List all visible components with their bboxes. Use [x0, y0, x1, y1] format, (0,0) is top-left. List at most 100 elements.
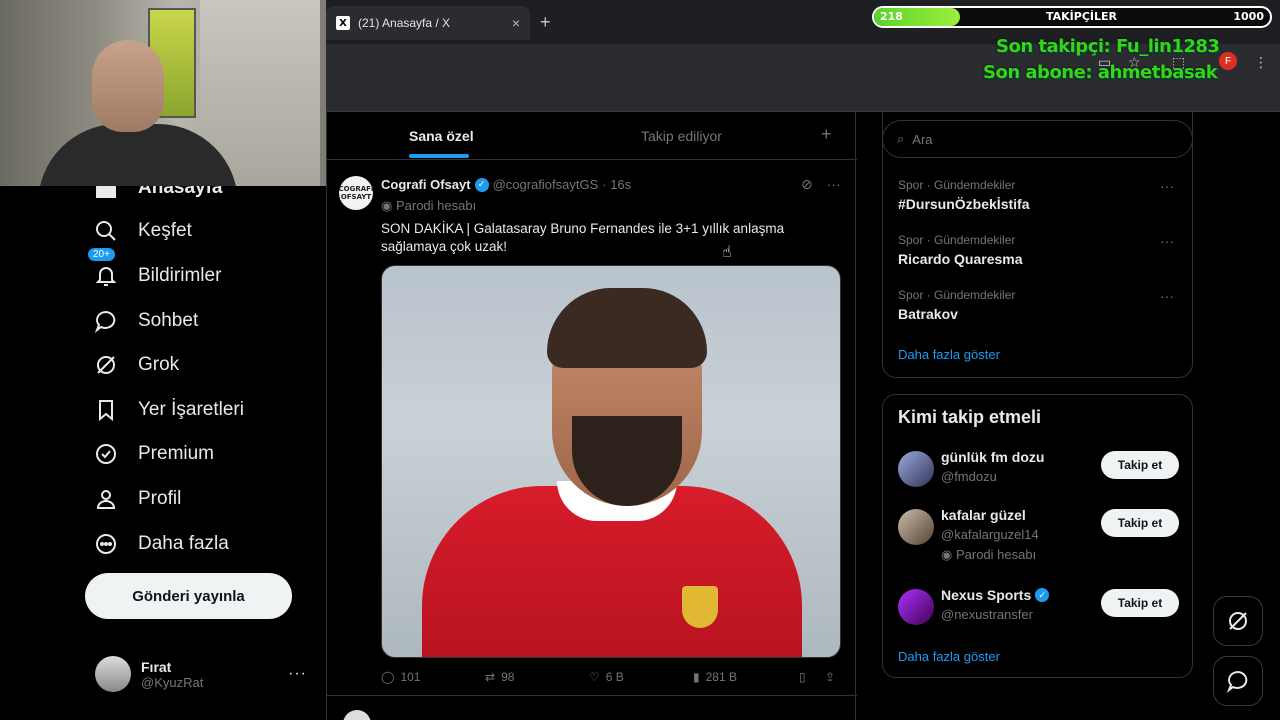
nav-premium-label: Premium [138, 443, 215, 464]
tab-close-icon[interactable]: × [512, 15, 520, 31]
tweet[interactable]: COGRAFI OFSAYT Cografi Ofsayt ✓ @cografi… [327, 164, 857, 696]
views-count: 281 B [705, 670, 737, 684]
trend-more-icon[interactable]: ··· [1160, 178, 1174, 194]
timeline: Sana özel Takip ediliyor + COGRAFI OFSAY… [326, 112, 857, 720]
follow-button[interactable]: Takip et [1101, 589, 1179, 617]
nav-premium[interactable]: Premium [94, 442, 214, 466]
follow-button[interactable]: Takip et [1101, 509, 1179, 537]
image-hair [547, 288, 707, 368]
account-name: Fırat [141, 658, 172, 675]
account-switcher[interactable]: Fırat @KyuzRat [95, 656, 203, 692]
reply-count: 101 [400, 670, 421, 684]
suggestion-handle: @fmdozu [941, 469, 997, 484]
trends-show-more-link[interactable]: Daha fazla göster [898, 347, 1000, 362]
search-input[interactable]: ⌕ Ara [882, 120, 1193, 158]
follower-current: 218 [880, 10, 903, 23]
grok-icon [1229, 612, 1247, 630]
trend-more-icon[interactable]: ··· [1160, 288, 1174, 304]
verified-check-icon: ✓ [1035, 588, 1050, 602]
nav-notifications[interactable]: 20+ Bildirimler [88, 248, 221, 288]
nav-explore-label: Keşfet [138, 220, 192, 241]
tweet-author-handle[interactable]: @cografiofsaytGS [493, 177, 599, 192]
suggestion-name: günlük fm dozu [941, 449, 1045, 465]
grok-float-button[interactable] [1213, 596, 1263, 646]
account-more-icon[interactable]: ··· [288, 665, 307, 683]
nav-profile[interactable]: Profil [94, 487, 181, 511]
browser-profile-avatar[interactable]: F [1219, 52, 1237, 70]
mask-icon: ◉ [381, 198, 396, 213]
nav-more[interactable]: Daha fazla [94, 532, 229, 556]
suggestion-handle: @nexustransfer [941, 607, 1033, 622]
suggestion-handle: @kafalarguzel14 [941, 527, 1039, 542]
nav-explore[interactable]: Keşfet [94, 219, 192, 243]
add-timeline-button[interactable]: + [821, 124, 832, 145]
nav-chat-label: Sohbet [138, 310, 199, 331]
parody-label: ◉ Parodi hesabı [381, 198, 476, 214]
browser-menu-icon[interactable]: ⋮ [1254, 54, 1268, 71]
reply-button[interactable]: ◯ 101 [381, 670, 420, 684]
webcam-overlay [0, 0, 326, 186]
reply-icon: ◯ [381, 670, 395, 684]
who-to-follow-panel: Kimi takip etmeli günlük fm dozu @fmdozu… [882, 394, 1193, 678]
grok-icon [97, 356, 115, 374]
follower-label: TAKİPÇİLER [1046, 10, 1118, 23]
avatar [898, 451, 934, 487]
grok-icon[interactable]: ⊘ [801, 176, 813, 192]
tab-following[interactable]: Takip ediliyor [641, 128, 722, 144]
active-tab-indicator [409, 154, 469, 158]
nav-grok[interactable]: Grok [94, 353, 179, 377]
nav-bookmarks-label: Yer İşaretleri [138, 399, 244, 420]
browser-tab[interactable]: X (21) Anasayfa / X × [326, 6, 530, 40]
tab-for-you[interactable]: Sana özel [409, 128, 474, 144]
nav-bookmarks[interactable]: Yer İşaretleri [94, 398, 244, 422]
tweet-avatar[interactable]: COGRAFI OFSAYT [338, 176, 374, 210]
tweet-image[interactable] [381, 265, 841, 658]
tweet-author-name[interactable]: Cografi Ofsayt [381, 177, 471, 192]
avatar [898, 509, 934, 545]
views-button[interactable]: ▮ 281 B [693, 670, 737, 684]
repost-button[interactable]: ⇄ 98 [485, 670, 514, 684]
nav-profile-label: Profil [138, 488, 182, 509]
follow-button[interactable]: Takip et [1101, 451, 1179, 479]
trend-name: #DursunÖzbekİstifa [898, 196, 1030, 212]
account-handle: @KyuzRat [141, 674, 204, 690]
trend-more-icon[interactable]: ··· [1160, 233, 1174, 249]
share-button[interactable]: ⇪ [825, 670, 835, 684]
like-button[interactable]: ♡ 6 B [589, 670, 624, 684]
share-icon: ⇪ [825, 670, 836, 684]
tweet-time[interactable]: · 16s [602, 177, 631, 192]
new-tab-button[interactable]: + [540, 12, 551, 33]
notifications-badge: 20+ [88, 248, 115, 261]
bell-icon [95, 267, 117, 286]
nav-chat[interactable]: Sohbet [94, 309, 198, 333]
bookmark-button[interactable]: ▯ [799, 670, 806, 684]
x-logo-icon: X [336, 16, 350, 30]
chat-bubble-icon [1226, 670, 1248, 693]
last-subscriber-text: Son abone: ahmetbasak [983, 62, 1218, 83]
suggestion-name: Nexus Sports ✓ [941, 587, 1050, 603]
suggestion-name: kafalar güzel [941, 507, 1026, 523]
like-count: 6 B [605, 670, 624, 684]
bookmark-icon: ▯ [799, 670, 806, 684]
search-icon: ⌕ [897, 131, 905, 146]
who-to-follow-show-more-link[interactable]: Daha fazla göster [898, 649, 1000, 664]
repost-count: 98 [501, 670, 515, 684]
next-tweet[interactable] [327, 702, 857, 720]
parody-label: ◉ Parodi hesabı [941, 547, 1036, 563]
trend-item[interactable]: Spor · Gündemdekiler Ricardo Quaresma [898, 233, 1023, 267]
tweet-header: Cografi Ofsayt ✓ @cografiofsaytGS · 16s [381, 177, 631, 192]
parody-label-text: Parodi hesabı [955, 547, 1037, 562]
avatar [95, 656, 131, 692]
follower-goal-bar: 218 TAKİPÇİLER 1000 [872, 6, 1272, 28]
webcam-person-head [92, 40, 164, 132]
hand-cursor-icon: ☝ [722, 244, 732, 261]
avatar [898, 589, 934, 625]
tweet-more-icon[interactable]: ··· [827, 176, 841, 192]
trend-item[interactable]: Spor · Gündemdekiler Batrakov [898, 288, 1015, 322]
trend-item[interactable]: Spor · Gündemdekiler #DursunÖzbekİstifa [898, 178, 1029, 212]
post-button[interactable]: Gönderi yayınla [85, 573, 292, 619]
trend-category: Spor · Gündemdekiler [898, 178, 1016, 192]
trend-category: Spor · Gündemdekiler [898, 288, 1016, 302]
tweet-top-actions: ⊘ ··· [801, 176, 841, 193]
messages-float-button[interactable] [1213, 656, 1263, 706]
